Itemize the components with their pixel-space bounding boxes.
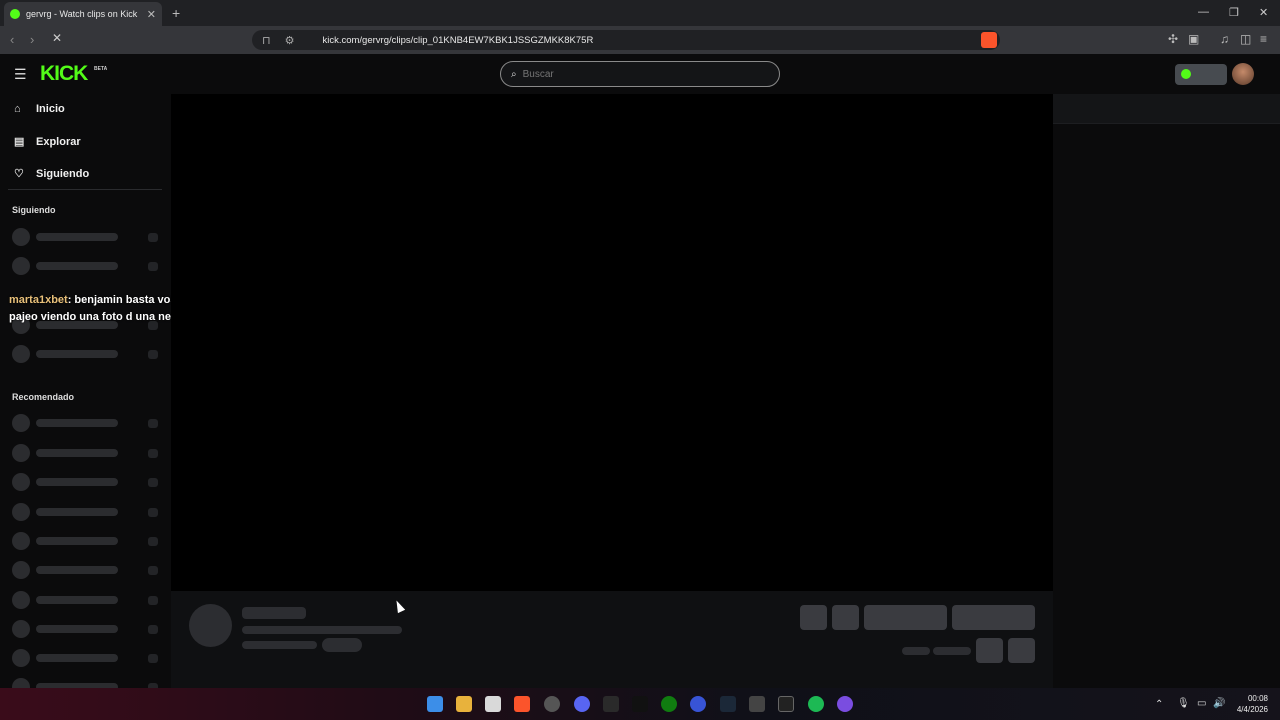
beta-badge: BETA <box>94 66 108 72</box>
chevron-up-icon[interactable]: ⌃ <box>1155 699 1163 710</box>
action-button-skeleton <box>952 605 1035 630</box>
kick-coins-button[interactable] <box>1175 64 1227 85</box>
chrome-icon[interactable] <box>544 696 560 712</box>
sidebar-channel-skeleton <box>12 649 160 667</box>
tab-search-icon[interactable]: ▣ <box>1188 32 1199 46</box>
app-icon[interactable] <box>749 696 765 712</box>
sidebar-channel-skeleton <box>12 620 160 638</box>
forward-button[interactable]: › <box>30 32 34 47</box>
clock-date: 4/4/2026 <box>1236 705 1268 714</box>
volume-icon[interactable]: 🔊 <box>1213 698 1225 709</box>
tab-title: gervrg - Watch clips on Kick <box>26 9 138 19</box>
sidebar-item-explorar[interactable]: ▤ Explorar <box>14 135 81 149</box>
chat-username[interactable]: marta1xbet <box>9 294 68 306</box>
browser-tab[interactable]: gervrg - Watch clips on Kick ✕ <box>4 2 162 26</box>
kick-logo[interactable]: KICK <box>40 62 88 86</box>
user-avatar[interactable] <box>1232 63 1254 85</box>
discord-icon[interactable] <box>574 696 590 712</box>
home-icon: ⌂ <box>14 103 21 115</box>
kick-coin-icon <box>1181 69 1191 79</box>
sidebar-channel-skeleton <box>12 678 160 688</box>
title-skeleton <box>242 607 306 619</box>
address-bar[interactable]: ⊓ ⚙ kick.com/gervrg/clips/clip_01KNB4EW7… <box>252 30 1000 50</box>
stop-loading-icon[interactable]: ✕ <box>52 31 62 45</box>
url-text: kick.com/gervrg/clips/clip_01KNB4EW7KBK1… <box>322 34 594 46</box>
terminal-icon[interactable] <box>778 696 794 712</box>
stat-skeleton <box>902 647 930 655</box>
action-button-skeleton <box>800 605 827 630</box>
store-icon[interactable] <box>485 696 501 712</box>
sidebar-divider <box>8 189 162 190</box>
close-window-button[interactable]: ✕ <box>1259 6 1268 19</box>
tab-close-icon[interactable]: ✕ <box>147 8 156 21</box>
sidebar-channel-skeleton <box>12 345 160 363</box>
xbox-icon[interactable] <box>661 696 677 712</box>
right-panel <box>1053 94 1280 688</box>
extensions-icon[interactable]: ✣ <box>1168 32 1178 46</box>
recommended-section-title: Recomendado <box>12 392 75 402</box>
app-circle-icon[interactable] <box>837 696 853 712</box>
sidebar-channel-skeleton <box>12 444 160 462</box>
sidebar-channel-skeleton <box>12 591 160 609</box>
sidebar-channel-skeleton <box>12 228 160 246</box>
sidebar-channel-skeleton <box>12 414 160 432</box>
epic-games-icon[interactable] <box>603 696 619 712</box>
file-explorer-icon[interactable] <box>456 696 472 712</box>
steam-icon[interactable] <box>720 696 736 712</box>
sidebar-channel-skeleton <box>12 473 160 491</box>
sidebar-item-siguiendo[interactable]: ♡ Siguiendo <box>14 167 90 181</box>
streamer-avatar-skeleton <box>189 604 232 647</box>
minimize-button[interactable]: — <box>1198 6 1209 18</box>
action-button-skeleton <box>976 638 1003 663</box>
brave-browser-icon[interactable] <box>514 696 530 712</box>
search-box[interactable]: ⌕ <box>500 61 780 87</box>
site-info-icon[interactable]: ⚙ <box>285 34 295 47</box>
meta-skeleton <box>242 641 317 649</box>
hamburger-menu-icon[interactable]: ☰ <box>14 66 27 83</box>
system-clock[interactable]: 00:08 4/4/2026 <box>1228 693 1268 715</box>
clock-time: 00:08 <box>1247 694 1268 703</box>
search-input[interactable] <box>522 68 753 80</box>
sidebar-item-label: Siguiendo <box>36 167 90 180</box>
following-section-title: Siguiendo <box>12 205 56 215</box>
search-icon: ⌕ <box>511 68 517 80</box>
monitor-icon[interactable]: ▭ <box>1197 698 1206 709</box>
media-icon[interactable]: ♫ <box>1220 32 1229 46</box>
menu-icon[interactable]: ≡ <box>1260 32 1267 46</box>
logitech-icon[interactable] <box>632 696 648 712</box>
sidebar-toggle-icon[interactable]: ◫ <box>1240 32 1251 46</box>
mic-icon[interactable]: 🎙 <box>1177 698 1190 709</box>
clip-video-player[interactable] <box>171 94 1053 591</box>
kick-favicon-icon <box>10 9 20 19</box>
sidebar-channel-skeleton <box>12 532 160 550</box>
maximize-button[interactable]: ❐ <box>1229 6 1239 19</box>
sidebar-item-label: Explorar <box>36 135 81 148</box>
action-button-skeleton <box>832 605 859 630</box>
action-button-skeleton <box>864 605 947 630</box>
ea-icon[interactable] <box>690 696 706 712</box>
sidebar-item-label: Inicio <box>36 103 65 115</box>
sidebar-channel-skeleton <box>12 503 160 521</box>
browser-tab-strip <box>0 0 1280 26</box>
explore-icon: ▤ <box>14 136 25 148</box>
back-button[interactable]: ‹ <box>10 32 14 47</box>
action-button-skeleton <box>1008 638 1035 663</box>
sidebar-item-inicio[interactable]: ⌂ Inicio <box>14 103 65 115</box>
clip-info-area <box>171 591 1053 688</box>
windows-start-icon[interactable] <box>427 696 443 712</box>
tag-skeleton <box>322 638 362 652</box>
subtitle-skeleton <box>242 626 402 634</box>
heart-icon: ♡ <box>14 168 24 180</box>
brave-shields-icon[interactable] <box>981 32 997 48</box>
sidebar-channel-skeleton <box>12 257 160 275</box>
spotify-icon[interactable] <box>808 696 824 712</box>
sidebar-channel-skeleton <box>12 561 160 579</box>
right-panel-header <box>1053 94 1280 124</box>
new-tab-button[interactable]: + <box>172 5 180 21</box>
stat-skeleton <box>933 647 971 655</box>
bookmark-icon[interactable]: ⊓ <box>262 34 271 47</box>
